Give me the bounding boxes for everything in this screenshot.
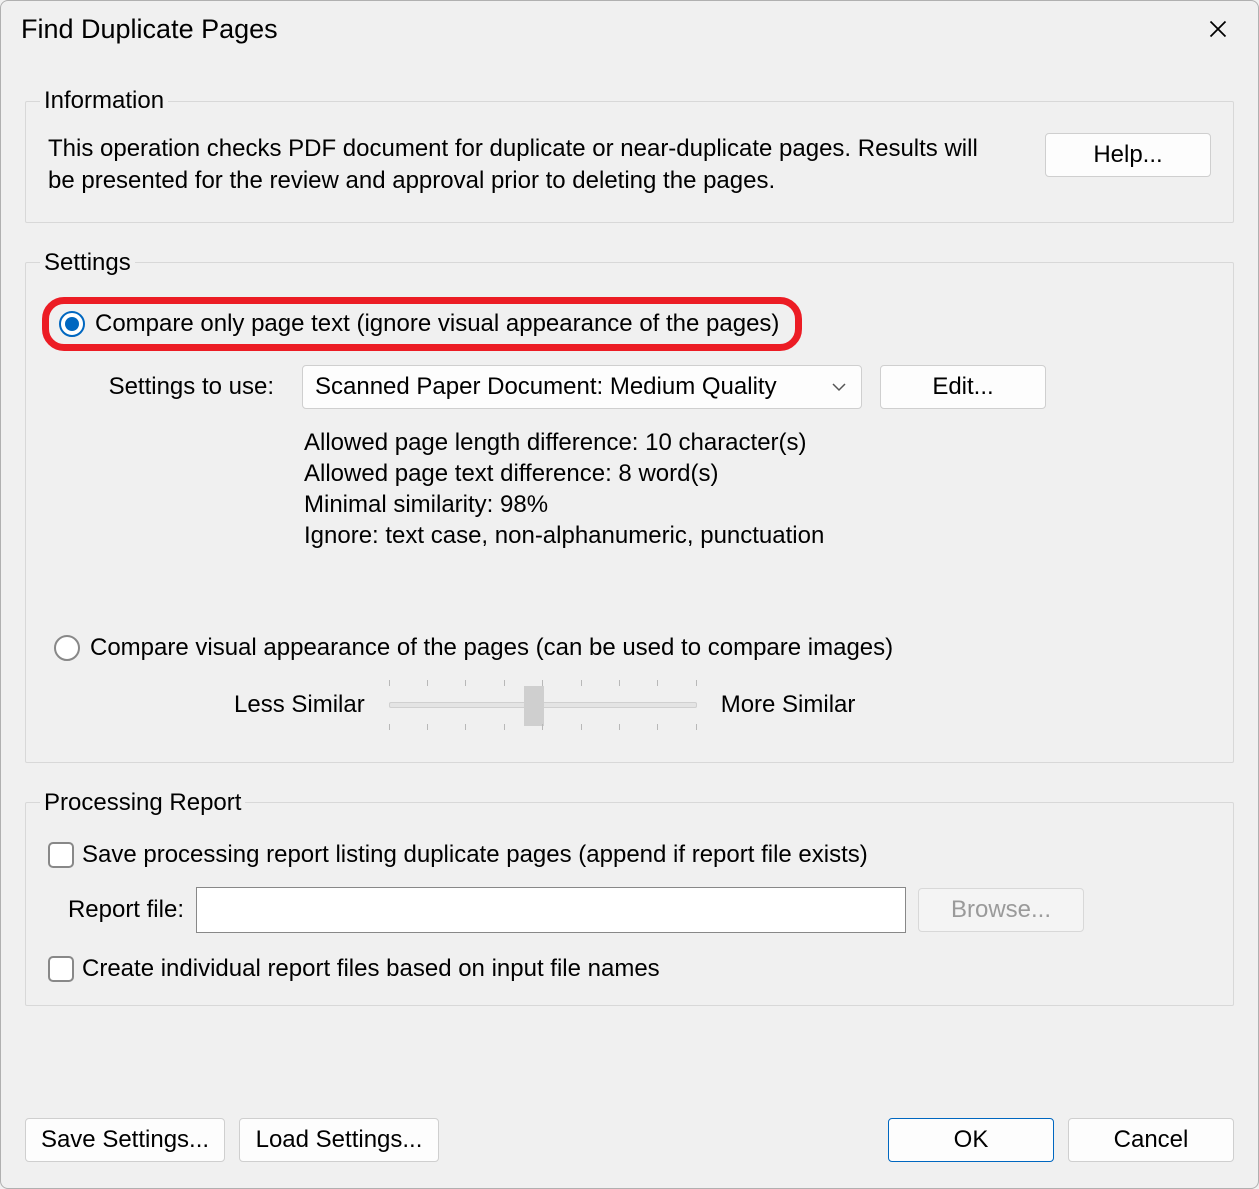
settings-details: Allowed page length difference: 10 chara… xyxy=(304,427,1211,552)
chevron-down-icon xyxy=(831,379,847,395)
settings-legend: Settings xyxy=(40,249,135,277)
more-similar-label: More Similar xyxy=(721,691,856,719)
dialog-title: Find Duplicate Pages xyxy=(21,14,278,45)
compare-text-radio[interactable] xyxy=(59,311,85,337)
information-legend: Information xyxy=(40,87,168,115)
settings-group: Settings Compare only page text (ignore … xyxy=(25,249,1234,763)
detail-similarity: Minimal similarity: 98% xyxy=(304,489,1211,520)
combo-value: Scanned Paper Document: Medium Quality xyxy=(315,373,777,401)
compare-text-radio-label[interactable]: Compare only page text (ignore visual ap… xyxy=(95,310,779,338)
processing-report-legend: Processing Report xyxy=(40,789,245,817)
individual-reports-label[interactable]: Create individual report files based on … xyxy=(82,955,660,983)
close-button[interactable] xyxy=(1194,11,1242,47)
save-report-checkbox[interactable] xyxy=(48,842,74,868)
close-icon xyxy=(1208,19,1228,39)
settings-to-use-combo[interactable]: Scanned Paper Document: Medium Quality xyxy=(302,365,862,409)
help-button[interactable]: Help... xyxy=(1045,133,1211,177)
information-text: This operation checks PDF document for d… xyxy=(48,133,1015,198)
cancel-button[interactable]: Cancel xyxy=(1068,1118,1234,1162)
detail-ignore: Ignore: text case, non-alphanumeric, pun… xyxy=(304,520,1211,551)
detail-text-diff: Allowed page text difference: 8 word(s) xyxy=(304,458,1211,489)
compare-text-highlight: Compare only page text (ignore visual ap… xyxy=(42,297,802,351)
report-file-input[interactable] xyxy=(196,887,906,933)
settings-to-use-label: Settings to use: xyxy=(48,373,284,401)
load-settings-button[interactable]: Load Settings... xyxy=(239,1118,439,1162)
individual-reports-checkbox[interactable] xyxy=(48,956,74,982)
detail-length: Allowed page length difference: 10 chara… xyxy=(304,427,1211,458)
less-similar-label: Less Similar xyxy=(234,691,365,719)
information-group: Information This operation checks PDF do… xyxy=(25,87,1234,223)
edit-button[interactable]: Edit... xyxy=(880,365,1046,409)
dialog-footer: Save Settings... Load Settings... OK Can… xyxy=(25,1118,1234,1162)
compare-visual-radio[interactable] xyxy=(54,635,80,661)
similarity-slider[interactable] xyxy=(389,684,697,726)
ok-button[interactable]: OK xyxy=(888,1118,1054,1162)
save-settings-button[interactable]: Save Settings... xyxy=(25,1118,225,1162)
titlebar: Find Duplicate Pages xyxy=(1,1,1258,53)
browse-button[interactable]: Browse... xyxy=(918,888,1084,932)
processing-report-group: Processing Report Save processing report… xyxy=(25,789,1234,1006)
save-report-label[interactable]: Save processing report listing duplicate… xyxy=(82,841,868,869)
slider-thumb[interactable] xyxy=(524,686,544,726)
find-duplicate-pages-dialog: Find Duplicate Pages Information This op… xyxy=(0,0,1259,1189)
report-file-label: Report file: xyxy=(54,896,184,924)
compare-visual-radio-label[interactable]: Compare visual appearance of the pages (… xyxy=(90,634,893,662)
